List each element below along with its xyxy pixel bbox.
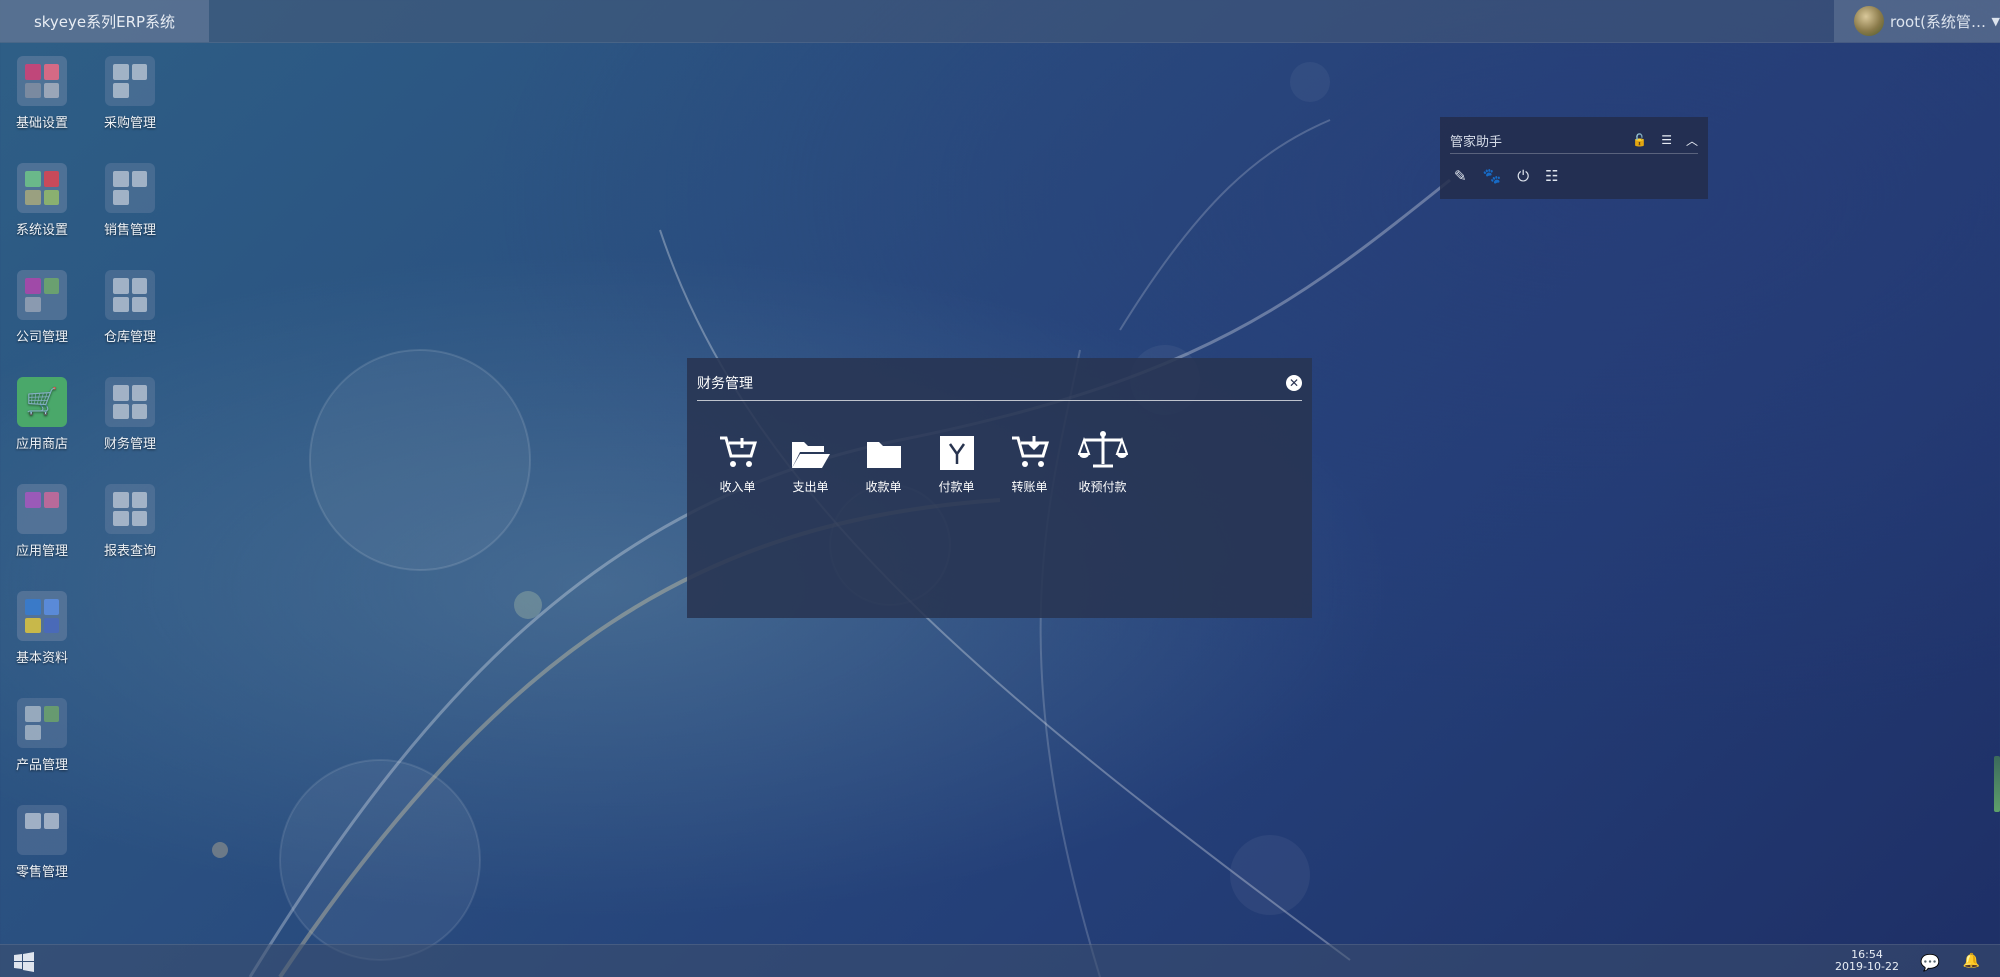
taskbar: 16:54 2019-10-22 💬 🔔 bbox=[0, 944, 2000, 977]
user-name: root(系统管理员) bbox=[1890, 12, 1990, 31]
sales-icon bbox=[105, 163, 155, 213]
desktop-icon-basic-settings[interactable]: 基础设置 bbox=[0, 56, 84, 131]
app-label: 收款单 bbox=[865, 480, 902, 494]
top-bar: skyeye系列ERP系统 root(系统管理员) ▼ bbox=[0, 0, 2000, 43]
grid-settings-icon bbox=[17, 56, 67, 106]
dialog-header: 财务管理 ✕ bbox=[697, 366, 1302, 401]
side-handle[interactable] bbox=[1994, 756, 2000, 812]
desktop-icon-label: 基础设置 bbox=[15, 116, 68, 131]
close-icon[interactable]: ✕ bbox=[1286, 375, 1302, 391]
edit-icon[interactable]: ✎ bbox=[1454, 167, 1467, 185]
desktop-icon-sales[interactable]: 销售管理 bbox=[88, 163, 172, 238]
system-settings-icon bbox=[17, 163, 67, 213]
desktop-icon-report[interactable]: 报表查询 bbox=[88, 484, 172, 559]
desktop-icon-label: 财务管理 bbox=[103, 437, 156, 452]
report-icon bbox=[105, 484, 155, 534]
basic-data-icon bbox=[17, 591, 67, 641]
lock-icon[interactable]: 🔓 bbox=[1632, 133, 1647, 147]
warehouse-icon bbox=[105, 270, 155, 320]
clock-date: 2019-10-22 bbox=[1835, 960, 1899, 973]
desktop-icon-label: 仓库管理 bbox=[103, 330, 156, 345]
retail-icon bbox=[17, 805, 67, 855]
desktop-icon-label: 应用管理 bbox=[15, 544, 68, 559]
cart-plus-icon bbox=[701, 426, 774, 470]
app-label: 收预付款 bbox=[1078, 480, 1127, 494]
desktop-icon-finance[interactable]: 财务管理 bbox=[88, 377, 172, 452]
assistant-header: 管家助手 🔓 ☰ ︿ bbox=[1450, 127, 1698, 154]
desktop-icon-label: 报表查询 bbox=[103, 544, 156, 559]
desktop-icon-basic-data[interactable]: 基本资料 bbox=[0, 591, 84, 666]
list-icon[interactable]: ☷ bbox=[1545, 167, 1558, 185]
desktop-icon-label: 采购管理 bbox=[103, 116, 156, 131]
desktop-icon-company[interactable]: 公司管理 bbox=[0, 270, 84, 345]
folder-icon bbox=[847, 426, 920, 470]
chat-icon[interactable]: 💬 bbox=[1920, 953, 1940, 972]
app-expense-bill[interactable]: 支出单 bbox=[774, 426, 847, 495]
menu-icon[interactable]: ☰ bbox=[1661, 133, 1672, 147]
app-manage-icon bbox=[17, 484, 67, 534]
app-receipt-bill[interactable]: 收款单 bbox=[847, 426, 920, 495]
desktop-icon-label: 公司管理 bbox=[15, 330, 68, 345]
power-icon[interactable]: ⏻ bbox=[1517, 167, 1529, 185]
desktop-icon-label: 基本资料 bbox=[15, 651, 68, 666]
desktop-icon-app-manage[interactable]: 应用管理 bbox=[0, 484, 84, 559]
purchase-icon bbox=[105, 56, 155, 106]
app-title[interactable]: skyeye系列ERP系统 bbox=[0, 0, 209, 42]
desktop-icon-label: 产品管理 bbox=[15, 758, 68, 773]
app-label: 付款单 bbox=[938, 480, 975, 494]
app-label: 转账单 bbox=[1011, 480, 1048, 494]
desktop-icon-label: 销售管理 bbox=[103, 223, 156, 238]
user-menu[interactable]: root(系统管理员) ▼ bbox=[1834, 0, 2000, 42]
taskbar-clock[interactable]: 16:54 2019-10-22 bbox=[1832, 949, 1902, 973]
avatar bbox=[1854, 6, 1884, 36]
windows-start-icon[interactable] bbox=[14, 952, 34, 972]
desktop-icon-label: 系统设置 bbox=[15, 223, 68, 238]
notification-icon[interactable]: 🔔 bbox=[1963, 953, 1980, 969]
balance-scale-icon bbox=[1066, 426, 1139, 470]
desktop-icon-purchase[interactable]: 采购管理 bbox=[88, 56, 172, 131]
desktop-icon-label: 应用商店 bbox=[15, 437, 68, 452]
desktop-icon-product[interactable]: 产品管理 bbox=[0, 698, 84, 773]
cart-download-icon bbox=[993, 426, 1066, 470]
app-payment-bill[interactable]: 付款单 bbox=[920, 426, 993, 495]
desktop-icon-label: 零售管理 bbox=[15, 865, 68, 880]
finance-dialog: 财务管理 ✕ 收入单 支出单 收款单 付款单 转账单 收预付款 bbox=[687, 358, 1312, 618]
finance-icon bbox=[105, 377, 155, 427]
assistant-widget: 管家助手 🔓 ☰ ︿ ✎ 🐾 ⏻ ☷ bbox=[1440, 117, 1708, 199]
app-store-icon: 🛒 bbox=[17, 377, 67, 427]
dialog-title: 财务管理 bbox=[697, 376, 753, 392]
assistant-title: 管家助手 bbox=[1450, 134, 1503, 150]
chevron-down-icon: ▼ bbox=[1991, 14, 2000, 28]
desktop-icon-system-settings[interactable]: 系统设置 bbox=[0, 163, 84, 238]
desktop-icon-app-store[interactable]: 🛒 应用商店 bbox=[0, 377, 84, 452]
paw-icon[interactable]: 🐾 bbox=[1483, 167, 1502, 185]
assistant-tools: ✎ 🐾 ⏻ ☷ bbox=[1454, 167, 1559, 185]
app-label: 收入单 bbox=[719, 480, 756, 494]
app-advance-payment[interactable]: 收预付款 bbox=[1066, 426, 1139, 495]
folder-open-icon bbox=[774, 426, 847, 470]
product-icon bbox=[17, 698, 67, 748]
desktop-icon-warehouse[interactable]: 仓库管理 bbox=[88, 270, 172, 345]
app-income-bill[interactable]: 收入单 bbox=[701, 426, 774, 495]
app-transfer-bill[interactable]: 转账单 bbox=[993, 426, 1066, 495]
company-icon bbox=[17, 270, 67, 320]
collapse-icon[interactable]: ︿ bbox=[1686, 132, 1698, 149]
app-label: 支出单 bbox=[792, 480, 829, 494]
yen-box-icon bbox=[920, 426, 993, 470]
desktop-icon-retail[interactable]: 零售管理 bbox=[0, 805, 84, 880]
finance-app-list: 收入单 支出单 收款单 付款单 转账单 收预付款 bbox=[701, 426, 1139, 495]
